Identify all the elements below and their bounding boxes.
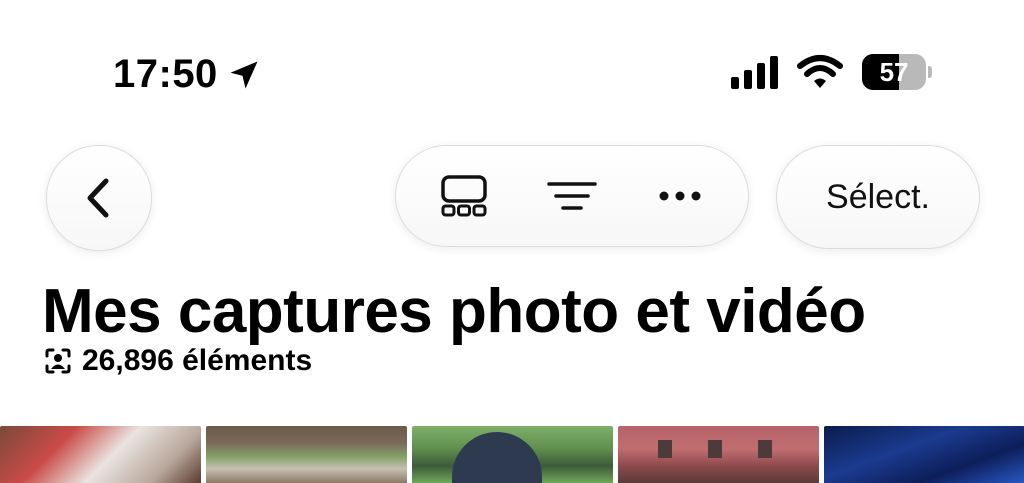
photo-thumbnail[interactable] <box>206 426 407 483</box>
filter-lines-icon <box>547 182 597 210</box>
person-viewfinder-icon <box>45 348 71 374</box>
page-title: Mes captures photo et vidéo <box>42 277 866 346</box>
filter-button[interactable] <box>532 156 612 236</box>
status-time: 17:50 <box>113 52 262 97</box>
photo-thumbnail[interactable] <box>824 426 1024 483</box>
wifi-icon <box>797 55 843 88</box>
item-count-text: 26,896 éléments <box>82 344 313 377</box>
photo-thumbnail[interactable] <box>618 426 819 483</box>
battery-level-text: 57 <box>879 56 909 87</box>
view-options-group <box>395 145 749 247</box>
select-button[interactable]: Sélect. <box>776 145 980 249</box>
layout-button[interactable] <box>424 156 504 236</box>
battery-icon: 57 <box>862 54 932 90</box>
photo-thumbnail[interactable] <box>0 426 201 483</box>
location-arrow-icon <box>230 61 258 88</box>
item-count: 26,896 éléments <box>44 344 312 378</box>
more-button[interactable] <box>640 156 720 236</box>
status-indicators: 57 <box>731 54 932 90</box>
status-time-text: 17:50 <box>113 52 218 96</box>
grid-layout-icon <box>441 175 487 217</box>
select-button-label: Sélect. <box>826 177 930 216</box>
photo-grid <box>0 426 1024 483</box>
chevron-left-icon <box>87 178 109 218</box>
ellipsis-icon <box>659 191 701 201</box>
photo-thumbnail[interactable] <box>412 426 613 483</box>
back-button[interactable] <box>46 145 152 251</box>
photos-album-screen: 17:50 57 Sélect. Mes captures photo et v… <box>0 0 1024 483</box>
cellular-signal-icon <box>731 55 778 89</box>
